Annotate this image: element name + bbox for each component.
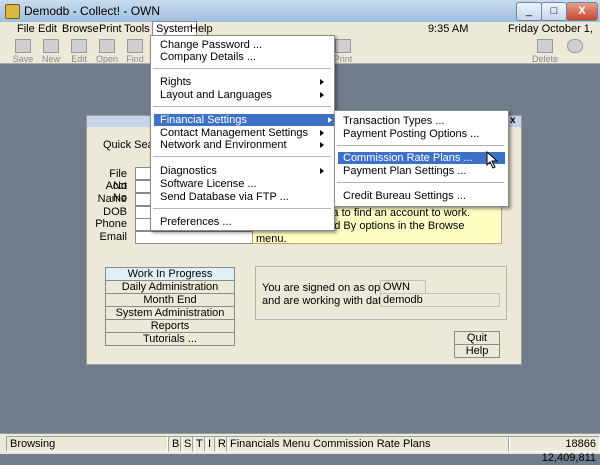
submenu-item-commission-rate-plans[interactable]: Commission Rate Plans ... [338, 152, 505, 164]
submenu-item-transaction-types[interactable]: Transaction Types ... [343, 115, 503, 127]
exit-button[interactable] [562, 38, 588, 62]
submenu-arrow-icon [320, 92, 324, 98]
operator-panel: You are signed on as operator OWN and ar… [255, 266, 507, 320]
menu-separator [337, 182, 504, 183]
operator-value: OWN [380, 280, 426, 294]
menu-edit[interactable]: Edit [35, 22, 60, 37]
open-button[interactable]: Open [94, 38, 120, 64]
menu-separator [153, 208, 331, 209]
menu-item-layout-languages[interactable]: Layout and Languages [160, 89, 326, 101]
database-value: demodb [380, 293, 500, 307]
submenu-arrow-icon [320, 79, 324, 85]
financial-settings-submenu: Transaction Types ... Payment Posting Op… [334, 110, 509, 207]
menu-item-company-details[interactable]: Company Details ... [160, 51, 326, 63]
quit-button[interactable]: Quit [454, 331, 500, 345]
submenu-arrow-icon [320, 142, 324, 148]
new-button[interactable]: New [38, 38, 64, 64]
submenu-arrow-icon [328, 117, 332, 123]
menu-item-send-database-ftp[interactable]: Send Database via FTP ... [160, 191, 326, 203]
menu-item-rights[interactable]: Rights [160, 76, 326, 88]
open-icon [99, 39, 115, 53]
delete-icon [537, 39, 553, 53]
help-button[interactable]: Help [454, 344, 500, 358]
name-label: Name [97, 193, 127, 205]
submenu-item-payment-posting[interactable]: Payment Posting Options ... [343, 128, 503, 140]
status-bar: Browsing B S T I R Financials Menu Commi… [0, 433, 600, 464]
status-message: Financials Menu Commission Rate Plans [226, 436, 510, 452]
status-coords: 18866 12,409,811 [508, 436, 600, 464]
maximize-button[interactable]: □ [541, 2, 567, 21]
print-icon [335, 39, 351, 53]
minimize-button[interactable]: _ [516, 2, 542, 21]
find-icon [127, 39, 143, 53]
exit-icon [567, 39, 583, 53]
name-input[interactable] [135, 193, 151, 206]
menu-separator [337, 145, 504, 146]
edit-button[interactable]: Edit [66, 38, 92, 64]
submenu-arrow-icon [320, 168, 324, 174]
dob-label: DOB [103, 206, 127, 218]
clock-time: 9:35 AM [428, 23, 469, 35]
menu-tools[interactable]: Tools [121, 22, 153, 37]
daily-administration-button[interactable]: Daily Administration [105, 280, 235, 294]
app-icon [5, 4, 20, 19]
menu-item-financial-settings[interactable]: Financial Settings [154, 114, 334, 126]
submenu-item-credit-bureau[interactable]: Credit Bureau Settings ... [343, 190, 503, 202]
tutorials-button[interactable]: Tutorials ... [105, 332, 235, 346]
reports-button[interactable]: Reports [105, 319, 235, 333]
menu-item-software-license[interactable]: Software License ... [160, 178, 326, 190]
status-mode: Browsing [6, 436, 168, 452]
menu-separator [153, 156, 331, 157]
menu-separator [153, 106, 331, 107]
work-in-progress-button[interactable]: Work In Progress [105, 267, 235, 281]
dialog-close-button[interactable]: x [510, 115, 516, 126]
email-input[interactable] [135, 231, 253, 244]
save-icon [15, 39, 31, 53]
file-no-input[interactable] [135, 167, 151, 180]
acct-no-input[interactable] [135, 180, 151, 193]
menu-item-contact-management[interactable]: Contact Management Settings [160, 127, 326, 139]
window-title: Demodb - Collect! - OWN [24, 4, 161, 18]
edit-icon [71, 39, 87, 53]
close-button[interactable]: X [566, 2, 598, 21]
menu-item-change-password[interactable]: Change Password ... [160, 39, 326, 51]
new-icon [43, 39, 59, 53]
menu-separator [153, 68, 331, 69]
email-label: Email [99, 231, 127, 243]
menu-item-network-environment[interactable]: Network and Environment [160, 139, 326, 151]
title-bar[interactable]: Demodb - Collect! - OWN _ □ X [0, 0, 600, 23]
save-button[interactable]: Save [10, 38, 36, 64]
submenu-arrow-icon [320, 130, 324, 136]
menu-item-diagnostics[interactable]: Diagnostics [160, 165, 326, 177]
phone-input[interactable] [135, 218, 151, 231]
month-end-button[interactable]: Month End [105, 293, 235, 307]
phone-label: Phone [95, 218, 127, 230]
submenu-item-payment-plan-settings[interactable]: Payment Plan Settings ... [343, 165, 503, 177]
menu-item-preferences[interactable]: Preferences ... [160, 216, 326, 228]
system-administration-button[interactable]: System Administration [105, 306, 235, 320]
find-button[interactable]: Find [122, 38, 148, 64]
mouse-cursor-icon [486, 151, 499, 169]
delete-button[interactable]: Delete [530, 38, 560, 64]
system-menu-dropdown: Change Password ... Company Details ... … [150, 35, 335, 231]
